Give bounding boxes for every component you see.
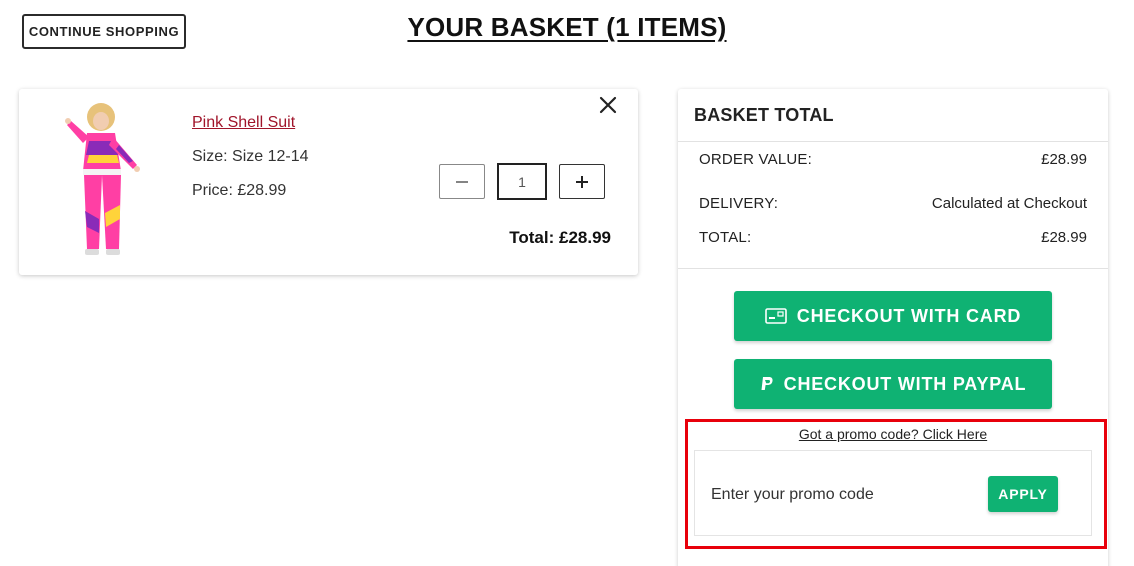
total-label: TOTAL: xyxy=(699,229,752,246)
basket-item-card: Pink Shell Suit Size: Size 12-14 Price: … xyxy=(19,89,638,275)
divider xyxy=(678,141,1108,142)
quantity-input[interactable] xyxy=(497,163,547,200)
quantity-decrease-button[interactable] xyxy=(439,164,485,199)
delivery-value: Calculated at Checkout xyxy=(931,195,1087,212)
product-size: Size: Size 12-14 xyxy=(192,148,309,165)
divider xyxy=(678,268,1108,269)
apply-promo-button[interactable]: APPLY xyxy=(988,476,1058,512)
paypal-icon xyxy=(761,377,773,390)
checkout-with-paypal-button[interactable]: CHECKOUT WITH PAYPAL xyxy=(734,359,1052,409)
credit-card-icon xyxy=(764,308,787,324)
order-value-label: ORDER VALUE: xyxy=(699,151,812,168)
item-total: Total: £28.99 xyxy=(509,228,611,247)
promo-code-input[interactable] xyxy=(711,475,971,515)
page-title: YOUR BASKET (1 ITEMS) xyxy=(407,12,727,42)
quantity-increase-button[interactable] xyxy=(559,164,605,199)
promo-code-link[interactable]: Got a promo code? Click Here xyxy=(678,426,1108,442)
minus-icon xyxy=(456,180,468,183)
checkout-card-label: CHECKOUT WITH CARD xyxy=(796,305,1022,326)
checkout-paypal-label: CHECKOUT WITH PAYPAL xyxy=(783,373,1027,394)
product-price: Price: £28.99 xyxy=(192,182,287,199)
close-icon xyxy=(599,96,617,114)
order-value-amount: £28.99 xyxy=(1041,151,1087,168)
delivery-label: DELIVERY: xyxy=(699,195,779,212)
basket-total-title: BASKET TOTAL xyxy=(694,105,834,125)
checkout-with-card-button[interactable]: CHECKOUT WITH CARD xyxy=(734,291,1052,341)
total-amount: £28.99 xyxy=(1041,229,1087,246)
plus-icon xyxy=(576,175,588,188)
remove-item-button[interactable] xyxy=(597,94,619,116)
promo-code-form: APPLY xyxy=(694,450,1092,536)
product-name-link[interactable]: Pink Shell Suit xyxy=(192,114,295,132)
product-image[interactable] xyxy=(49,101,149,263)
